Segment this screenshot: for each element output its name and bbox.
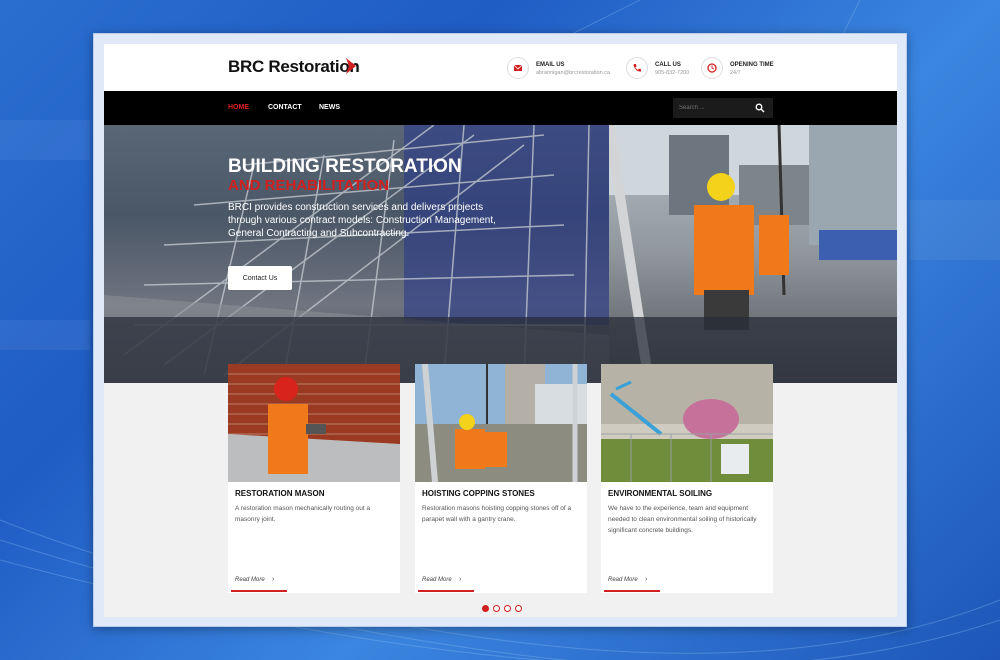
read-more-link[interactable]: Read More [235,577,265,583]
read-more-underline [418,590,474,592]
envelope-icon [507,57,529,79]
read-more-underline [231,590,287,592]
nav-home[interactable]: HOME [228,104,249,111]
chevron-right-icon: › [459,576,462,583]
read-more-underline [604,590,660,592]
nav-news[interactable]: NEWS [319,104,340,111]
read-more-link[interactable]: Read More [608,577,638,583]
logo-chevron-icon [346,58,356,74]
screenshot-frame: BRC Restoration EMAIL US abrannigan@brcr… [93,33,907,627]
hours-value: 24/7 [730,70,741,76]
hero-title: BUILDING RESTORATION [228,156,462,177]
card-hoisting-copping-stones: HOISTING COPPING STONES Restoration maso… [415,364,587,593]
card-description: A restoration mason mechanically routing… [235,505,371,523]
card-environmental-soiling: ENVIRONMENTAL SOILING We have to the exp… [601,364,773,593]
card-title[interactable]: ENVIRONMENTAL SOILING [608,489,712,498]
hoisting-image[interactable] [415,364,587,482]
clock-icon [701,57,723,79]
search-box [673,98,773,118]
chevron-right-icon: › [272,576,275,583]
nav-contact[interactable]: CONTACT [268,104,302,111]
hero-banner: BUILDING RESTORATION AND REHABILITATION … [104,125,897,383]
card-description: We have to the experience, team and equi… [608,505,757,534]
card-description: Restoration masons hoisting copping ston… [422,505,572,523]
card-restoration-mason: RESTORATION MASON A restoration mason me… [228,364,400,593]
site-logo[interactable]: BRC Restoration [228,57,360,77]
main-nav: HOME CONTACT NEWS [104,91,897,125]
hours-title: OPENING TIME [730,62,774,68]
email-title: EMAIL US [536,62,565,68]
site-header: BRC Restoration EMAIL US abrannigan@brcr… [104,44,897,91]
contact-us-button[interactable]: Contact Us [228,266,292,290]
call-value[interactable]: 905-832-7200 [655,70,689,76]
phone-icon [626,57,648,79]
slider-dot-3[interactable] [504,605,511,612]
slider-dot-4[interactable] [515,605,522,612]
search-icon[interactable] [755,103,765,113]
soiling-image[interactable] [601,364,773,482]
read-more-link[interactable]: Read More [422,577,452,583]
chevron-right-icon: › [645,576,648,583]
email-value[interactable]: abrannigan@brcrestoration.ca [536,70,610,76]
card-title[interactable]: RESTORATION MASON [235,489,324,498]
card-title[interactable]: HOISTING COPPING STONES [422,489,535,498]
search-input[interactable] [673,98,755,118]
mason-image[interactable] [228,364,400,482]
call-title: CALL US [655,62,681,68]
slider-dot-2[interactable] [493,605,500,612]
website: BRC Restoration EMAIL US abrannigan@brcr… [104,44,897,617]
slider-dot-1[interactable] [482,605,489,612]
hero-subtitle: AND REHABILITATION [228,177,390,194]
hero-description: BRCI provides construction services and … [228,202,496,239]
